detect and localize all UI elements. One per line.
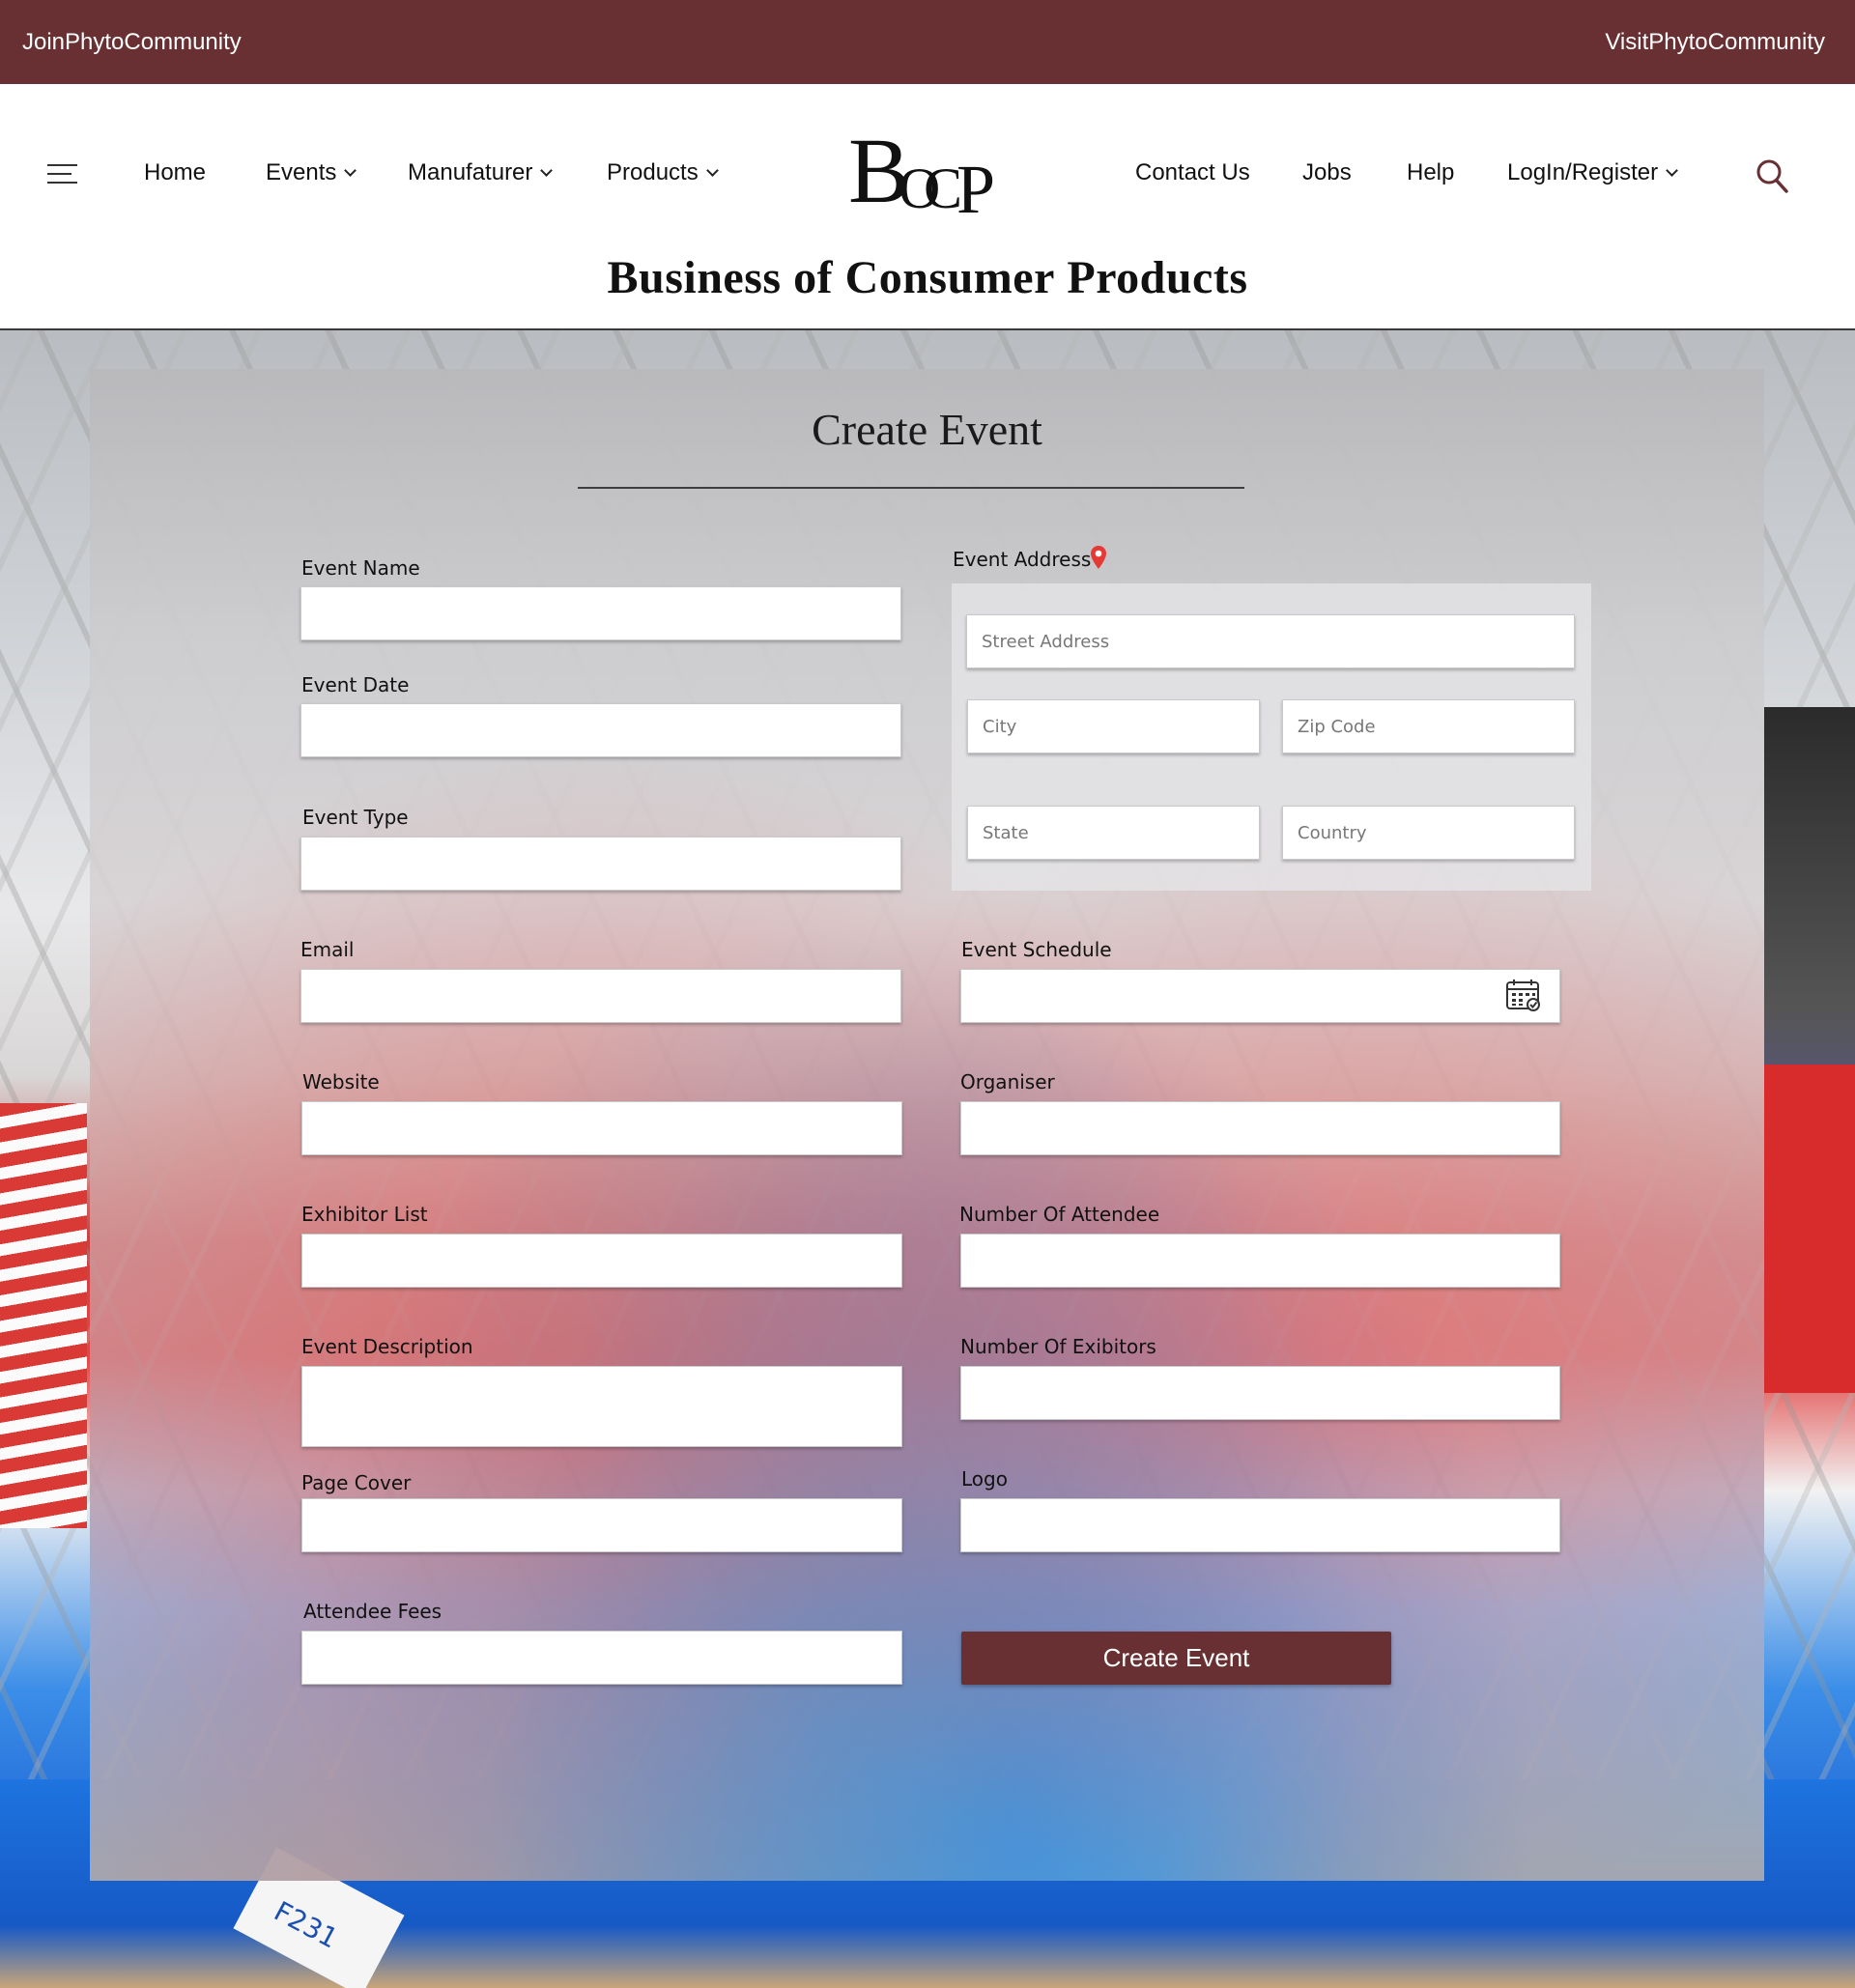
street-address-input[interactable]	[966, 614, 1575, 668]
email-input[interactable]	[300, 969, 901, 1023]
visit-community-link[interactable]: VisitPhytoCommunity	[1605, 29, 1825, 56]
event-type-input[interactable]	[300, 837, 901, 891]
website-label: Website	[302, 1070, 380, 1093]
event-name-input[interactable]	[300, 586, 901, 640]
chevron-down-icon	[540, 164, 554, 177]
event-description-textarea[interactable]	[301, 1366, 902, 1447]
logo-input[interactable]	[960, 1498, 1560, 1552]
tagline-word: of	[793, 252, 834, 303]
exhibitor-list-input[interactable]	[301, 1234, 902, 1288]
number-of-exibitors-input[interactable]	[960, 1366, 1560, 1420]
nav-item-home[interactable]: Home	[144, 159, 206, 186]
event-schedule-label: Event Schedule	[961, 938, 1112, 961]
nav-item-products[interactable]: Products	[607, 159, 719, 186]
hamburger-menu-icon[interactable]	[47, 164, 77, 184]
top-bar: JoinPhytoCommunity VisitPhytoCommunity	[0, 0, 1855, 84]
state-input[interactable]	[967, 806, 1260, 860]
number-of-attendee-input[interactable]	[960, 1234, 1560, 1288]
map-pin-icon	[1091, 546, 1106, 569]
tagline-word: Business	[607, 252, 782, 303]
nav-label: Events	[266, 159, 337, 185]
title-divider	[578, 487, 1244, 489]
tagline-word: Products	[1067, 252, 1248, 303]
event-description-label: Event Description	[301, 1335, 473, 1358]
join-community-link[interactable]: JoinPhytoCommunity	[22, 29, 242, 56]
page-cover-input[interactable]	[301, 1498, 902, 1552]
attendee-fees-label: Attendee Fees	[303, 1600, 442, 1623]
chevron-down-icon	[1666, 164, 1678, 177]
logo-letter: P	[956, 151, 996, 228]
organiser-label: Organiser	[960, 1070, 1055, 1093]
event-address-label: Event Address	[953, 548, 1092, 571]
nav-label: Contact Us	[1135, 159, 1250, 185]
nav-label: Help	[1407, 159, 1455, 185]
site-tagline: Business of Consumer Products	[0, 251, 1855, 304]
nav-label: Products	[607, 159, 699, 185]
background-decor	[0, 1103, 87, 1528]
event-schedule-input[interactable]	[960, 969, 1560, 1023]
nav-item-help[interactable]: Help	[1407, 159, 1454, 186]
city-input[interactable]	[967, 699, 1260, 753]
email-label: Email	[300, 938, 355, 961]
nav-item-events[interactable]: Events	[266, 159, 357, 186]
form-title: Create Event	[812, 405, 1042, 454]
bocp-logo[interactable]: B O C P	[848, 119, 1013, 228]
nav-label: Home	[144, 159, 207, 185]
logo-label: Logo	[961, 1467, 1008, 1491]
nav-item-jobs[interactable]: Jobs	[1302, 159, 1352, 186]
nav-label: LogIn/Register	[1507, 159, 1659, 185]
event-type-label: Event Type	[302, 806, 409, 829]
event-date-input[interactable]	[300, 703, 901, 757]
calendar-icon[interactable]	[1505, 978, 1542, 1012]
nav-label: Manufaturer	[408, 159, 533, 185]
chevron-down-icon	[344, 164, 357, 177]
event-date-label: Event Date	[301, 673, 410, 696]
event-name-label: Event Name	[301, 556, 420, 580]
nav-item-login-register[interactable]: LogIn/Register	[1507, 159, 1678, 186]
search-icon[interactable]	[1755, 158, 1788, 193]
country-input[interactable]	[1282, 806, 1575, 860]
nav-label: Jobs	[1302, 159, 1352, 185]
number-of-attendee-label: Number Of Attendee	[959, 1203, 1160, 1226]
nav-item-contact-us[interactable]: Contact Us	[1135, 159, 1250, 186]
organiser-input[interactable]	[960, 1101, 1560, 1155]
zip-code-input[interactable]	[1282, 699, 1575, 753]
nav-item-manufaturer[interactable]: Manufaturer	[408, 159, 554, 186]
exhibitor-list-label: Exhibitor List	[301, 1203, 428, 1226]
background-decor	[1764, 1065, 1855, 1393]
tagline-word: Consumer	[844, 252, 1055, 303]
page-cover-label: Page Cover	[301, 1471, 412, 1494]
website-input[interactable]	[301, 1101, 902, 1155]
site-header: Home Events Manufaturer Products B O C P…	[0, 84, 1855, 330]
attendee-fees-input[interactable]	[301, 1631, 902, 1685]
create-event-button[interactable]: Create Event	[961, 1632, 1391, 1685]
chevron-down-icon	[705, 164, 719, 177]
number-of-exibitors-label: Number Of Exibitors	[960, 1335, 1156, 1358]
